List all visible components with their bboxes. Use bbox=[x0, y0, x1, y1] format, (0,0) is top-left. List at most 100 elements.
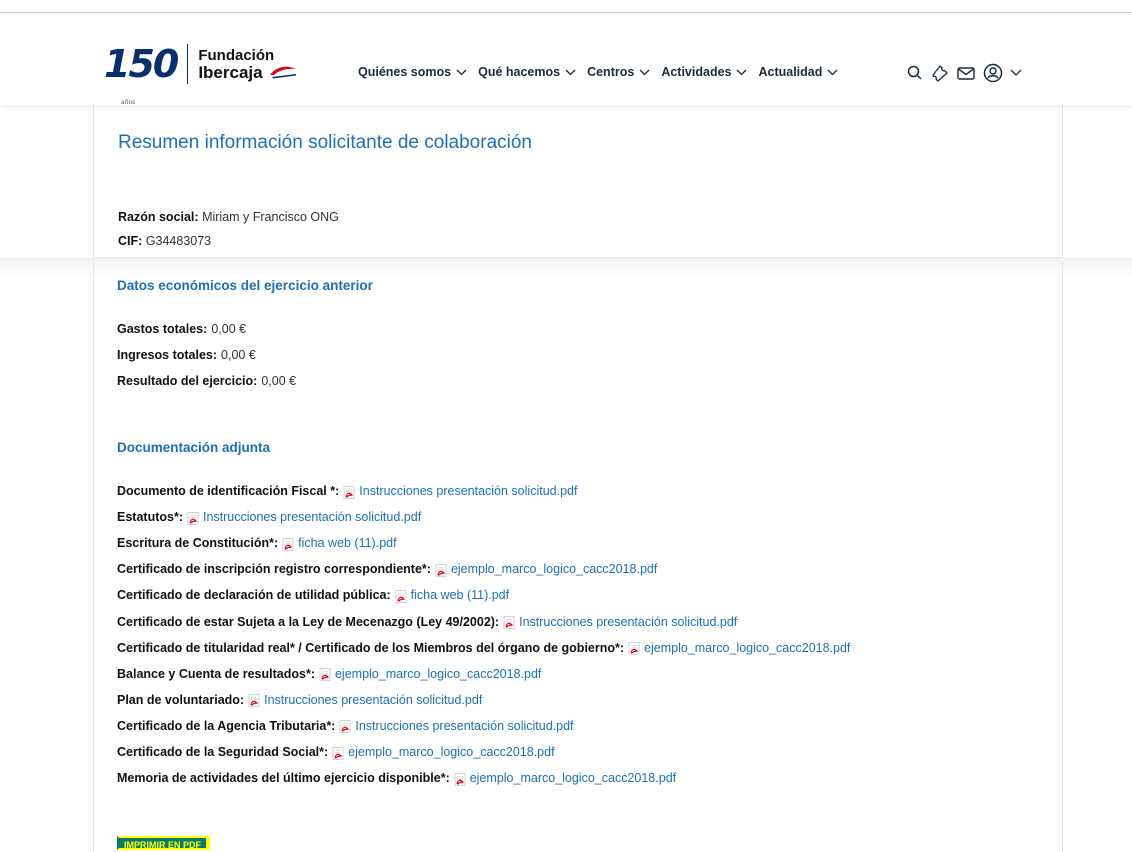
main-nav: Quiénes somos Qué hacemos Centros Activi… bbox=[358, 65, 849, 79]
economic-value: 0,00 € bbox=[261, 374, 297, 388]
brand-name-line2-text: Ibercaja bbox=[198, 63, 263, 82]
doc-row: Documento de identificación Fiscal *: In… bbox=[117, 484, 577, 499]
pdf-file-icon bbox=[454, 772, 466, 786]
razon-social-field: Razón social: Miriam y Francisco ONG bbox=[118, 210, 339, 224]
chevron-down-icon[interactable] bbox=[1010, 69, 1022, 77]
doc-file-link[interactable]: ejemplo_marco_logico_cacc2018.pdf bbox=[348, 745, 554, 759]
brand-name-line2: Ibercaja bbox=[198, 64, 297, 81]
doc-row: Plan de voluntariado: Instrucciones pres… bbox=[117, 692, 482, 708]
economic-label: Resultado del ejercicio: bbox=[117, 374, 258, 388]
doc-row: Certificado de estar Sujeta a la Ley de … bbox=[117, 615, 737, 629]
doc-label: Estatutos*: bbox=[117, 510, 183, 525]
economic-label: Gastos totales: bbox=[117, 322, 208, 336]
doc-row: Certificado de declaración de utilidad p… bbox=[117, 588, 509, 603]
doc-file-link[interactable]: ficha web (11).pdf bbox=[411, 588, 509, 602]
nav-item-que-hacemos[interactable]: Qué hacemos bbox=[478, 65, 576, 79]
doc-file-link[interactable]: ejemplo_marco_logico_cacc2018.pdf bbox=[644, 641, 850, 655]
pdf-file-icon bbox=[503, 616, 515, 629]
anniversary-mark: 150 años bbox=[104, 42, 179, 106]
doc-label: Certificado de la Seguridad Social*: bbox=[117, 745, 329, 759]
doc-row: Certificado de inscripción registro corr… bbox=[117, 562, 657, 577]
razon-social-label: Razón social: bbox=[118, 210, 199, 224]
pdf-file-icon bbox=[187, 511, 199, 525]
doc-file-link[interactable]: Instrucciones presentación solicitud.pdf bbox=[359, 484, 577, 498]
doc-row: Balance y Cuenta de resultados*: ejemplo… bbox=[117, 666, 541, 682]
doc-file-link[interactable]: Instrucciones presentación solicitud.pdf bbox=[519, 615, 737, 629]
doc-label: Certificado de inscripción registro corr… bbox=[117, 562, 431, 577]
pdf-file-icon bbox=[395, 589, 407, 603]
doc-label: Escritura de Constitución*: bbox=[117, 536, 279, 551]
doc-file-link[interactable]: Instrucciones presentación solicitud.pdf bbox=[264, 693, 482, 707]
pdf-file-icon bbox=[332, 746, 344, 760]
anniversary-sub: años bbox=[121, 99, 136, 106]
economic-row-resultado: Resultado del ejercicio: 0,00 € bbox=[117, 374, 296, 388]
chevron-down-icon bbox=[827, 69, 838, 75]
doc-label: Certificado de declaración de utilidad p… bbox=[117, 588, 391, 603]
header-tools bbox=[906, 62, 1022, 84]
chevron-down-icon bbox=[737, 69, 747, 75]
nav-item-label: Actividades bbox=[661, 65, 732, 79]
cif-label: CIF: bbox=[118, 234, 143, 248]
nav-item-actualidad[interactable]: Actualidad bbox=[758, 65, 838, 79]
doc-label: Documento de identificación Fiscal *: bbox=[117, 484, 340, 498]
pdf-file-icon bbox=[248, 694, 260, 708]
nav-item-label: Actualidad bbox=[758, 65, 823, 79]
brand-logo[interactable]: 150 años Fundación Ibercaja bbox=[104, 39, 298, 106]
ticket-icon[interactable] bbox=[930, 64, 950, 82]
economic-row-gastos: Gastos totales: 0,00 € bbox=[117, 322, 246, 336]
doc-row: Estatutos*: Instrucciones presentación s… bbox=[117, 510, 421, 525]
economic-value: 0,00 € bbox=[221, 348, 256, 362]
economic-section-title: Datos económicos del ejercicio anterior bbox=[117, 278, 373, 293]
doc-file-link[interactable]: ejemplo_marco_logico_cacc2018.pdf bbox=[451, 562, 657, 576]
pdf-file-icon bbox=[343, 485, 355, 499]
nav-item-label: Quiénes somos bbox=[358, 65, 452, 79]
chevron-down-icon bbox=[456, 69, 467, 75]
anniversary-number: 150 bbox=[104, 42, 179, 86]
doc-file-link[interactable]: Instrucciones presentación solicitud.pdf bbox=[355, 719, 573, 733]
mail-icon[interactable] bbox=[956, 65, 976, 81]
nav-item-centros[interactable]: Centros bbox=[587, 65, 650, 79]
brand-swoosh-icon bbox=[269, 66, 296, 78]
cif-field: CIF: G34483073 bbox=[118, 234, 211, 248]
economic-row-ingresos: Ingresos totales: 0,00 € bbox=[117, 348, 256, 362]
doc-row: Certificado de la Agencia Tributaria*: I… bbox=[117, 718, 574, 734]
doc-row: Memoria de actividades del último ejerci… bbox=[117, 771, 676, 786]
pdf-file-icon bbox=[435, 563, 447, 577]
site-header: 150 años Fundación Ibercaja Quiénes somo… bbox=[0, 13, 1132, 106]
pdf-file-icon bbox=[339, 720, 351, 734]
user-icon[interactable] bbox=[982, 62, 1004, 84]
economic-value: 0,00 € bbox=[211, 322, 247, 336]
brand-name-line1: Fundación bbox=[198, 47, 275, 64]
doc-row: Certificado de la Seguridad Social*: eje… bbox=[117, 745, 555, 760]
brand-name: Fundación Ibercaja bbox=[198, 47, 297, 81]
cif-value: G34483073 bbox=[145, 234, 212, 248]
doc-label: Certificado de titularidad real* / Certi… bbox=[117, 640, 625, 655]
doc-row: Certificado de titularidad real* / Certi… bbox=[117, 641, 850, 655]
pdf-file-icon bbox=[282, 537, 294, 551]
doc-label: Memoria de actividades del último ejerci… bbox=[117, 771, 450, 786]
details-card: Datos económicos del ejercicio anterior … bbox=[93, 262, 1063, 852]
doc-row: Escritura de Constitución*: ficha web (1… bbox=[117, 536, 397, 551]
docs-section-title: Documentación adjunta bbox=[117, 440, 271, 455]
chevron-down-icon bbox=[639, 69, 650, 75]
doc-label: Balance y Cuenta de resultados*: bbox=[117, 666, 315, 681]
chevron-down-icon bbox=[565, 69, 576, 75]
doc-file-link[interactable]: ejemplo_marco_logico_cacc2018.pdf bbox=[335, 667, 541, 681]
doc-label: Certificado de la Agencia Tributaria*: bbox=[117, 718, 336, 733]
page-title: Resumen información solicitante de colab… bbox=[118, 132, 533, 153]
logo-divider bbox=[187, 44, 189, 84]
doc-file-link[interactable]: ficha web (11).pdf bbox=[298, 536, 396, 550]
razon-social-value: Miriam y Francisco ONG bbox=[202, 210, 339, 224]
nav-item-actividades[interactable]: Actividades bbox=[661, 65, 747, 79]
doc-file-link[interactable]: ejemplo_marco_logico_cacc2018.pdf bbox=[470, 771, 676, 785]
doc-label: Plan de voluntariado: bbox=[117, 692, 245, 707]
pdf-file-icon bbox=[319, 668, 331, 682]
doc-label: Certificado de estar Sujeta a la Ley de … bbox=[117, 614, 500, 629]
nav-item-label: Qué hacemos bbox=[478, 65, 561, 79]
nav-item-quienes-somos[interactable]: Quiénes somos bbox=[358, 65, 467, 79]
nav-item-label: Centros bbox=[587, 65, 635, 79]
doc-file-link[interactable]: Instrucciones presentación solicitud.pdf bbox=[203, 510, 421, 524]
search-icon[interactable] bbox=[906, 64, 924, 82]
economic-label: Ingresos totales: bbox=[117, 348, 218, 362]
print-pdf-button[interactable]: IMPRIMIR EN PDF bbox=[117, 836, 209, 850]
